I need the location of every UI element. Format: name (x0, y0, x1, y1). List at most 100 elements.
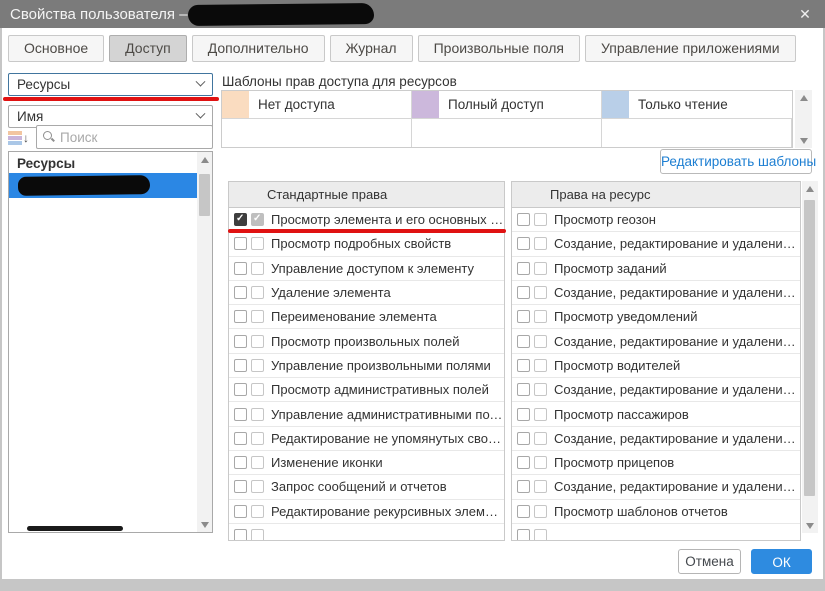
user-right-checkbox[interactable] (517, 286, 530, 299)
tab[interactable]: Управление приложениями (585, 35, 796, 62)
user-right-checkbox[interactable] (517, 359, 530, 372)
effective-right-checkbox[interactable] (534, 335, 547, 348)
right-row[interactable]: Просмотр водителей (512, 354, 800, 378)
tab[interactable]: Основное (8, 35, 104, 62)
user-right-checkbox[interactable] (517, 383, 530, 396)
right-row[interactable]: Редактирование рекурсивных элементов (229, 500, 504, 524)
item-type-select[interactable]: Ресурсы (8, 73, 213, 96)
effective-right-checkbox[interactable] (251, 456, 264, 469)
user-right-checkbox[interactable] (517, 456, 530, 469)
effective-right-checkbox[interactable] (534, 286, 547, 299)
effective-right-checkbox[interactable] (251, 286, 264, 299)
effective-right-checkbox[interactable] (251, 213, 264, 226)
tab[interactable]: Произвольные поля (418, 35, 580, 62)
right-row[interactable]: Управление доступом к элементу (229, 257, 504, 281)
user-right-checkbox[interactable] (234, 310, 247, 323)
right-row[interactable]: Управление административными полями (229, 402, 504, 426)
scroll-down-icon[interactable] (197, 517, 212, 532)
effective-right-checkbox[interactable] (534, 237, 547, 250)
right-row[interactable]: Создание, редактирование и удаление в... (512, 378, 800, 402)
scrollbar-thumb[interactable] (199, 174, 210, 216)
user-right-checkbox[interactable] (234, 383, 247, 396)
user-right-checkbox[interactable] (234, 359, 247, 372)
user-right-checkbox[interactable] (234, 213, 247, 226)
close-icon[interactable]: ✕ (793, 0, 817, 28)
right-row[interactable]: Удаление элемента (229, 281, 504, 305)
right-row[interactable]: Переименование элемента (229, 305, 504, 329)
resource-list-scrollbar[interactable] (197, 152, 212, 532)
edit-templates-button[interactable]: Редактировать шаблоны (660, 149, 812, 174)
user-right-checkbox[interactable] (234, 335, 247, 348)
search-input[interactable] (60, 130, 206, 145)
user-right-checkbox[interactable] (517, 480, 530, 493)
user-right-checkbox[interactable] (517, 335, 530, 348)
user-right-checkbox[interactable] (517, 529, 530, 541)
effective-right-checkbox[interactable] (251, 432, 264, 445)
user-right-checkbox[interactable] (234, 480, 247, 493)
effective-right-checkbox[interactable] (251, 335, 264, 348)
effective-right-checkbox[interactable] (534, 213, 547, 226)
ok-button[interactable]: ОК (751, 549, 812, 574)
effective-right-checkbox[interactable] (251, 262, 264, 275)
tab[interactable]: Журнал (330, 35, 413, 62)
effective-right-checkbox[interactable] (534, 480, 547, 493)
right-row[interactable]: Создание, редактирование и удаление з... (512, 281, 800, 305)
effective-right-checkbox[interactable] (251, 408, 264, 421)
tab[interactable]: Дополнительно (192, 35, 325, 62)
effective-right-checkbox[interactable] (534, 505, 547, 518)
effective-right-checkbox[interactable] (251, 505, 264, 518)
scroll-up-icon[interactable] (795, 90, 812, 105)
effective-right-checkbox[interactable] (534, 310, 547, 323)
user-right-checkbox[interactable] (234, 237, 247, 250)
effective-right-checkbox[interactable] (251, 237, 264, 250)
effective-right-checkbox[interactable] (534, 529, 547, 541)
user-right-checkbox[interactable] (517, 310, 530, 323)
scrollbar-thumb[interactable] (804, 200, 815, 496)
right-row[interactable]: Просмотр подробных свойств (229, 232, 504, 256)
right-row[interactable]: Редактирование не упомянутых свойств (229, 427, 504, 451)
resource-list-item-selected[interactable] (9, 173, 198, 198)
right-row[interactable]: Просмотр произвольных полей (229, 329, 504, 353)
right-row[interactable]: Просмотр шаблонов отчетов (512, 500, 800, 524)
effective-right-checkbox[interactable] (534, 456, 547, 469)
user-right-checkbox[interactable] (517, 505, 530, 518)
user-right-checkbox[interactable] (517, 213, 530, 226)
right-row[interactable] (229, 524, 504, 541)
right-row[interactable]: Просмотр уведомлений (512, 305, 800, 329)
right-row[interactable]: Просмотр заданий (512, 257, 800, 281)
effective-right-checkbox[interactable] (251, 359, 264, 372)
user-right-checkbox[interactable] (234, 262, 247, 275)
effective-right-checkbox[interactable] (251, 480, 264, 493)
right-row[interactable] (512, 524, 800, 541)
user-right-checkbox[interactable] (517, 262, 530, 275)
effective-right-checkbox[interactable] (251, 529, 264, 541)
effective-right-checkbox[interactable] (534, 359, 547, 372)
cancel-button[interactable]: Отмена (678, 549, 741, 574)
templates-scrollbar[interactable] (795, 90, 812, 148)
apply-templates-icon[interactable]: ↓ (8, 128, 32, 148)
template-item[interactable]: Нет доступа (222, 91, 412, 119)
effective-right-checkbox[interactable] (534, 432, 547, 445)
template-item[interactable]: Только чтение (602, 91, 792, 119)
right-row[interactable]: Создание, редактирование и удаление п... (512, 475, 800, 499)
user-right-checkbox[interactable] (517, 432, 530, 445)
user-right-checkbox[interactable] (234, 286, 247, 299)
right-row[interactable]: Изменение иконки (229, 451, 504, 475)
user-right-checkbox[interactable] (234, 456, 247, 469)
user-right-checkbox[interactable] (234, 529, 247, 541)
right-row[interactable]: Просмотр административных полей (229, 378, 504, 402)
resource-rights-scrollbar[interactable] (802, 181, 818, 533)
effective-right-checkbox[interactable] (251, 383, 264, 396)
right-row[interactable]: Запрос сообщений и отчетов (229, 475, 504, 499)
scroll-up-icon[interactable] (197, 152, 212, 167)
user-right-checkbox[interactable] (517, 408, 530, 421)
effective-right-checkbox[interactable] (534, 262, 547, 275)
effective-right-checkbox[interactable] (534, 408, 547, 421)
user-right-checkbox[interactable] (234, 505, 247, 518)
template-item[interactable]: Полный доступ (412, 91, 602, 119)
tab[interactable]: Доступ (109, 35, 187, 62)
effective-right-checkbox[interactable] (251, 310, 264, 323)
right-row[interactable]: Создание, редактирование и удаление г... (512, 232, 800, 256)
scroll-down-icon[interactable] (795, 133, 812, 148)
right-row[interactable]: Просмотр пассажиров (512, 402, 800, 426)
